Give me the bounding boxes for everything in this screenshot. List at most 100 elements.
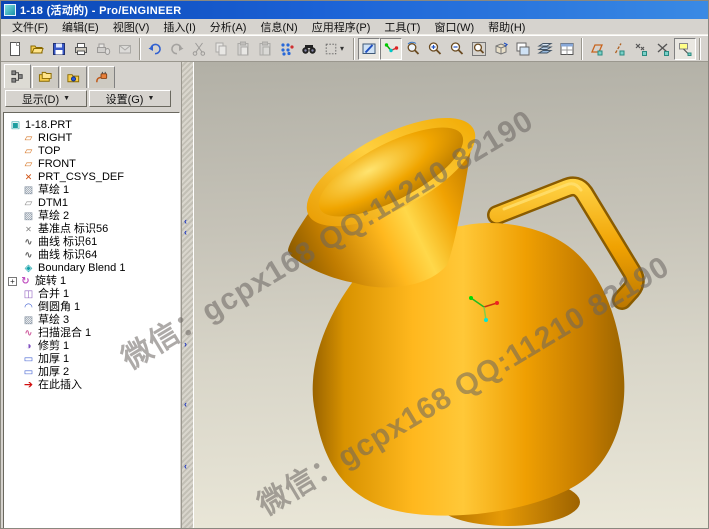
cut-button[interactable] <box>188 38 210 60</box>
csys-toggle[interactable] <box>652 38 674 60</box>
tree-item-merge[interactable]: ◫合并 1 <box>8 288 179 301</box>
menu-view[interactable]: 视图(V) <box>106 18 157 36</box>
print-button[interactable] <box>70 38 92 60</box>
main-toolbar: ▾ <box>1 35 708 62</box>
tree-item-thicken2[interactable]: ▭加厚 2 <box>8 366 179 379</box>
spin-center-icon <box>383 41 399 57</box>
sketch-icon: ▨ <box>22 211 35 223</box>
tree-item-curve64[interactable]: ∿曲线 标识64 <box>8 249 179 262</box>
selection-filter-button[interactable]: ▾ <box>320 38 350 60</box>
main-area: 显示(D)▼ 设置(G)▼ ▣1-18.PRT ▱RIGHT ▱TOP ▱FRO… <box>1 62 708 529</box>
navigator-sash[interactable]: ‹ ‹ › ‹ ‹ <box>181 62 194 529</box>
select-items-button[interactable] <box>704 38 709 60</box>
scissors-icon <box>191 41 207 57</box>
toolbar-separator <box>699 38 701 60</box>
menu-info[interactable]: 信息(N) <box>253 18 304 36</box>
saved-views-button[interactable] <box>512 38 534 60</box>
tree-item-curve61[interactable]: ∿曲线 标识61 <box>8 236 179 249</box>
tree-item-thicken1[interactable]: ▭加厚 1 <box>8 353 179 366</box>
annotations-toggle[interactable] <box>674 38 696 60</box>
orient-mode-button[interactable] <box>402 38 424 60</box>
tree-item-sketch1[interactable]: ▨草绘 1 <box>8 184 179 197</box>
regenerate-button[interactable] <box>276 38 298 60</box>
settings-dropdown-button[interactable]: 设置(G)▼ <box>89 90 171 107</box>
curve-icon: ∿ <box>22 237 35 249</box>
view-manager-button[interactable] <box>556 38 578 60</box>
sash-arrow-icon[interactable]: ‹ <box>184 462 187 470</box>
app-icon <box>4 4 16 16</box>
find-button[interactable] <box>298 38 320 60</box>
tree-item-sketch2[interactable]: ▨草绘 2 <box>8 210 179 223</box>
tab-model-tree[interactable] <box>4 64 31 88</box>
undo-button[interactable] <box>144 38 166 60</box>
model-tree: ▣1-18.PRT ▱RIGHT ▱TOP ▱FRONT ✕PRT_CSYS_D… <box>3 112 180 529</box>
tree-item-top[interactable]: ▱TOP <box>8 145 179 158</box>
open-folder-icon <box>29 41 45 57</box>
menu-insert[interactable]: 插入(I) <box>156 18 202 36</box>
tab-connections[interactable] <box>88 66 115 88</box>
undo-icon <box>147 41 163 57</box>
folder-browser-icon <box>38 70 53 85</box>
tree-item-revolve[interactable]: +↻旋转 1 <box>8 275 179 288</box>
graphics-viewport[interactable] <box>194 62 708 529</box>
tree-item-part-root[interactable]: ▣1-18.PRT <box>8 119 179 132</box>
menu-tools[interactable]: 工具(T) <box>377 18 427 36</box>
menu-file[interactable]: 文件(F) <box>5 18 55 36</box>
paste-button[interactable] <box>232 38 254 60</box>
tree-item-boundary-blend[interactable]: ◈Boundary Blend 1 <box>8 262 179 275</box>
zoom-in-button[interactable] <box>424 38 446 60</box>
menu-applications[interactable]: 应用程序(P) <box>305 18 378 36</box>
email-icon <box>117 41 133 57</box>
tree-item-dtm1[interactable]: ▱DTM1 <box>8 197 179 210</box>
datum-axes-toggle[interactable] <box>608 38 630 60</box>
new-file-button[interactable] <box>4 38 26 60</box>
sketch-icon: ▨ <box>22 185 35 197</box>
tab-favorites[interactable] <box>60 66 87 88</box>
tree-item-front[interactable]: ▱FRONT <box>8 158 179 171</box>
tree-item-trim[interactable]: ◑修剪 1 <box>8 340 179 353</box>
tree-item-datum-point[interactable]: ✕基准点 标识56 <box>8 223 179 236</box>
menu-edit[interactable]: 编辑(E) <box>55 18 106 36</box>
open-file-button[interactable] <box>26 38 48 60</box>
paste-special-button[interactable] <box>254 38 276 60</box>
tree-item-round[interactable]: ◠倒圆角 1 <box>8 301 179 314</box>
zoom-out-button[interactable] <box>446 38 468 60</box>
datum-axis-icon <box>611 41 627 57</box>
binoculars-icon <box>301 41 317 57</box>
chevron-down-icon: ▼ <box>63 95 70 102</box>
layers-button[interactable] <box>534 38 556 60</box>
annotation-icon <box>677 41 693 57</box>
tree-item-right[interactable]: ▱RIGHT <box>8 132 179 145</box>
round-icon: ◠ <box>22 302 35 314</box>
datum-planes-toggle[interactable] <box>586 38 608 60</box>
repaint-button[interactable] <box>358 38 380 60</box>
datum-plane-icon <box>589 41 605 57</box>
menu-analysis[interactable]: 分析(A) <box>203 18 254 36</box>
spin-center-button[interactable] <box>380 38 402 60</box>
reorient-view-button[interactable] <box>490 38 512 60</box>
menu-window[interactable]: 窗口(W) <box>427 18 481 36</box>
save-file-button[interactable] <box>48 38 70 60</box>
sash-arrow-icon[interactable]: ‹ <box>184 400 187 408</box>
zoom-refit-button[interactable] <box>468 38 490 60</box>
copy-button[interactable] <box>210 38 232 60</box>
sash-arrow-icon[interactable]: ‹ <box>184 217 187 225</box>
tree-item-swept-blend[interactable]: ∿扫描混合 1 <box>8 327 179 340</box>
redo-button[interactable] <box>166 38 188 60</box>
menu-help[interactable]: 帮助(H) <box>481 18 532 36</box>
tree-item-csys[interactable]: ✕PRT_CSYS_DEF <box>8 171 179 184</box>
tree-item-sketch3[interactable]: ▨草绘 3 <box>8 314 179 327</box>
saved-views-icon <box>515 41 531 57</box>
datum-points-toggle[interactable] <box>630 38 652 60</box>
tab-folder-browser[interactable] <box>32 66 59 88</box>
model-tree-icon <box>10 69 25 84</box>
show-dropdown-button[interactable]: 显示(D)▼ <box>5 90 87 107</box>
expand-icon[interactable]: + <box>8 277 17 286</box>
title-bar[interactable]: 1-18 (活动的) - Pro/ENGINEER <box>1 1 708 19</box>
export-document-button[interactable] <box>92 38 114 60</box>
revolve-icon: ↻ <box>19 276 32 288</box>
sash-arrow-icon[interactable]: ‹ <box>184 228 187 236</box>
tree-item-insert-here[interactable]: ➔在此插入 <box>8 379 179 392</box>
send-email-button[interactable] <box>114 38 136 60</box>
sash-arrow-icon[interactable]: › <box>184 340 187 348</box>
